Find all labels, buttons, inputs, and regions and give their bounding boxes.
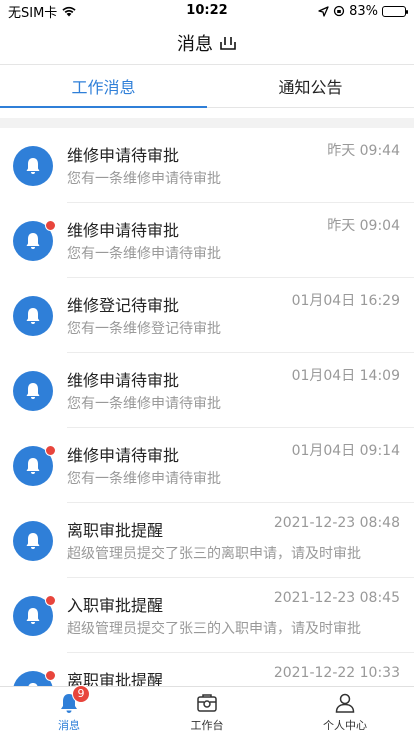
page-title-bar: 消息: [0, 22, 414, 64]
message-body: 维修申请待审批 您有一条维修申请待审批 昨天 09:44: [67, 128, 414, 203]
tabbar-icon-wrap: [332, 691, 358, 715]
message-avatar: [13, 594, 56, 636]
tabbar-label: 个人中心: [323, 718, 367, 732]
message-desc: 您有一条维修申请待审批: [67, 171, 221, 187]
list-item[interactable]: 离职审批提醒 2021-12-22 10:33: [0, 653, 414, 686]
message-desc: 您有一条维修申请待审批: [67, 471, 221, 487]
unread-dot: [45, 444, 56, 456]
message-avatar: [13, 370, 53, 411]
message-body: 维修申请待审批 您有一条维修申请待审批 昨天 09:04: [67, 203, 414, 278]
list-spacer: [0, 118, 414, 128]
message-body: 维修申请待审批 您有一条维修申请待审批 01月04日 14:09: [67, 353, 414, 428]
message-time: 昨天 09:04: [327, 218, 400, 234]
tab-label: 通知公告: [278, 78, 343, 97]
message-tabs: 工作消息 通知公告: [0, 64, 414, 108]
message-time: 01月04日 16:29: [291, 293, 400, 309]
unread-dot: [45, 594, 56, 606]
message-avatar: [13, 219, 56, 261]
list-item[interactable]: 维修申请待审批 您有一条维修申请待审批 昨天 09:44: [0, 128, 414, 203]
list-item[interactable]: 维修登记待审批 您有一条维修登记待审批 01月04日 16:29: [0, 278, 414, 353]
battery-icon: [382, 5, 408, 17]
tabbar-item-messages[interactable]: 9 消息: [0, 684, 138, 736]
workbench-icon: [197, 693, 217, 712]
list-item[interactable]: 入职审批提醒 超级管理员提交了张三的入职申请，请及时审批 2021-12-23 08…: [0, 578, 414, 653]
message-time: 昨天 09:44: [327, 143, 400, 159]
bell-icon: [26, 532, 40, 549]
list-item[interactable]: 维修申请待审批 您有一条维修申请待审批 昨天 09:04: [0, 203, 414, 278]
tabbar-icon-wrap: [194, 691, 220, 715]
message-desc: 您有一条维修申请待审批: [67, 396, 221, 412]
message-body: 离职审批提醒 2021-12-22 10:33: [67, 653, 414, 686]
box-icon: [220, 37, 236, 50]
message-time: 01月04日 09:14: [291, 443, 400, 459]
list-item[interactable]: 维修申请待审批 您有一条维修申请待审批 01月04日 14:09: [0, 353, 414, 428]
bell-icon: [26, 232, 40, 249]
bell-icon: [26, 607, 40, 624]
bell-icon: [26, 157, 40, 174]
tabbar-label: 消息: [58, 718, 80, 732]
tab-work-messages[interactable]: 工作消息: [0, 65, 207, 108]
bell-icon: [26, 382, 40, 399]
tab-announcements[interactable]: 通知公告: [207, 65, 414, 107]
message-time: 01月04日 14:09: [291, 368, 400, 384]
unread-dot: [45, 669, 56, 681]
status-bar: 无SIM卡 10:22 83%: [0, 0, 414, 22]
bottom-tabbar: 9 消息 工作台 个人中心: [0, 684, 414, 736]
person-icon: [335, 693, 355, 713]
unread-dot: [45, 219, 56, 231]
list-item[interactable]: 离职审批提醒 超级管理员提交了张三的离职申请，请及时审批 2021-12-23 08…: [0, 503, 414, 578]
message-body: 维修申请待审批 您有一条维修申请待审批 01月04日 09:14: [67, 428, 414, 503]
message-avatar: [13, 444, 56, 486]
tab-label: 工作消息: [71, 78, 136, 97]
tabbar-label: 工作台: [190, 718, 224, 732]
message-time: 2021-12-23 08:45: [273, 590, 400, 606]
bell-icon: [26, 307, 40, 324]
message-list[interactable]: 维修申请待审批 您有一条维修申请待审批 昨天 09:44 维修申请待审批 您有一条维修申…: [0, 118, 414, 686]
message-avatar: [13, 295, 53, 336]
message-time: 2021-12-22 10:33: [273, 665, 400, 681]
tabbar-item-workbench[interactable]: 工作台: [138, 687, 276, 736]
bell-icon: [26, 457, 40, 474]
tabbar-icon-wrap: 9: [56, 684, 90, 715]
message-desc: 超级管理员提交了张三的离职申请，请及时审批: [67, 546, 361, 562]
unread-badge: 9: [72, 684, 90, 703]
message-body: 维修登记待审批 您有一条维修登记待审批 01月04日 16:29: [67, 278, 414, 353]
tabbar-item-profile[interactable]: 个人中心: [276, 687, 414, 736]
message-desc: 超级管理员提交了张三的入职申请，请及时审批: [67, 621, 361, 637]
message-time: 2021-12-23 08:48: [273, 515, 400, 531]
page-title: 消息: [177, 34, 213, 55]
message-desc: 您有一条维修申请待审批: [67, 246, 221, 262]
list-item[interactable]: 维修申请待审批 您有一条维修申请待审批 01月04日 09:14: [0, 428, 414, 503]
message-avatar: [13, 520, 53, 561]
message-body: 离职审批提醒 超级管理员提交了张三的离职申请，请及时审批 2021-12-23 08…: [67, 503, 414, 578]
message-desc: 您有一条维修登记待审批: [67, 321, 221, 337]
status-time: 10:22: [186, 3, 228, 18]
message-avatar: [13, 145, 53, 186]
message-body: 入职审批提醒 超级管理员提交了张三的入职申请，请及时审批 2021-12-23 08…: [67, 578, 414, 653]
message-avatar: [13, 669, 56, 686]
